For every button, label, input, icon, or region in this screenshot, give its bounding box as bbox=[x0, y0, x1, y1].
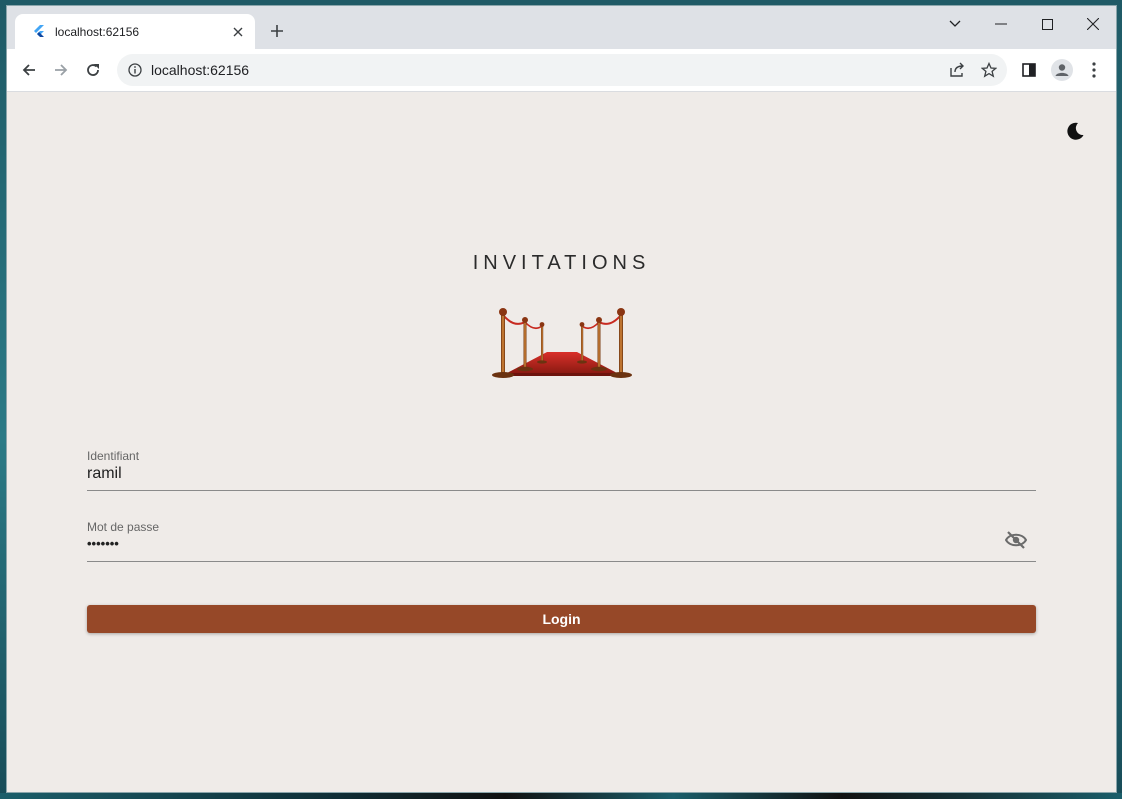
maximize-icon[interactable] bbox=[1027, 10, 1067, 38]
password-field[interactable]: Mot de passe ••••••• bbox=[87, 520, 1036, 562]
password-underline bbox=[87, 561, 1036, 562]
browser-tab[interactable]: localhost:62156 bbox=[15, 14, 255, 49]
login-button[interactable]: Login bbox=[87, 605, 1036, 633]
username-input[interactable]: ramil bbox=[87, 465, 1036, 485]
page-title: INVITATIONS bbox=[472, 252, 651, 274]
username-label: Identifiant bbox=[87, 449, 140, 463]
username-underline bbox=[87, 490, 1036, 491]
side-panel-icon[interactable] bbox=[1015, 56, 1043, 84]
tab-search-icon[interactable] bbox=[935, 10, 975, 38]
info-icon[interactable] bbox=[127, 62, 143, 78]
star-icon[interactable] bbox=[975, 56, 1003, 84]
kebab-menu-icon[interactable] bbox=[1080, 56, 1108, 84]
url-text[interactable]: localhost:62156 bbox=[151, 62, 943, 78]
browser-toolbar: localhost:62156 bbox=[7, 49, 1116, 92]
password-label: Mot de passe bbox=[87, 520, 160, 534]
flutter-icon bbox=[31, 24, 47, 40]
minimize-icon[interactable] bbox=[981, 10, 1021, 38]
eye-off-icon[interactable] bbox=[1004, 528, 1028, 552]
close-icon[interactable] bbox=[229, 23, 247, 41]
password-input[interactable]: ••••••• bbox=[87, 536, 1036, 556]
desktop-taskbar-edge bbox=[0, 793, 1122, 799]
page-content: INVITATIONS Identifiant ramil Mot de pas… bbox=[7, 92, 1116, 792]
profile-icon[interactable] bbox=[1048, 56, 1076, 84]
browser-window: localhost:62156 localhost:62156 INVITATI… bbox=[7, 6, 1116, 792]
arrow-left-icon[interactable] bbox=[15, 56, 43, 84]
moon-icon[interactable] bbox=[1063, 119, 1087, 143]
reload-icon[interactable] bbox=[79, 56, 107, 84]
plus-icon[interactable] bbox=[266, 20, 288, 42]
share-icon[interactable] bbox=[943, 56, 971, 84]
arrow-right-icon[interactable] bbox=[47, 56, 75, 84]
window-close-icon[interactable] bbox=[1073, 10, 1113, 38]
red-carpet-illustration bbox=[492, 308, 632, 378]
tab-strip: localhost:62156 bbox=[7, 6, 1116, 49]
address-bar[interactable]: localhost:62156 bbox=[117, 54, 1007, 86]
tab-title: localhost:62156 bbox=[55, 24, 140, 39]
username-field[interactable]: Identifiant ramil bbox=[87, 449, 1036, 491]
